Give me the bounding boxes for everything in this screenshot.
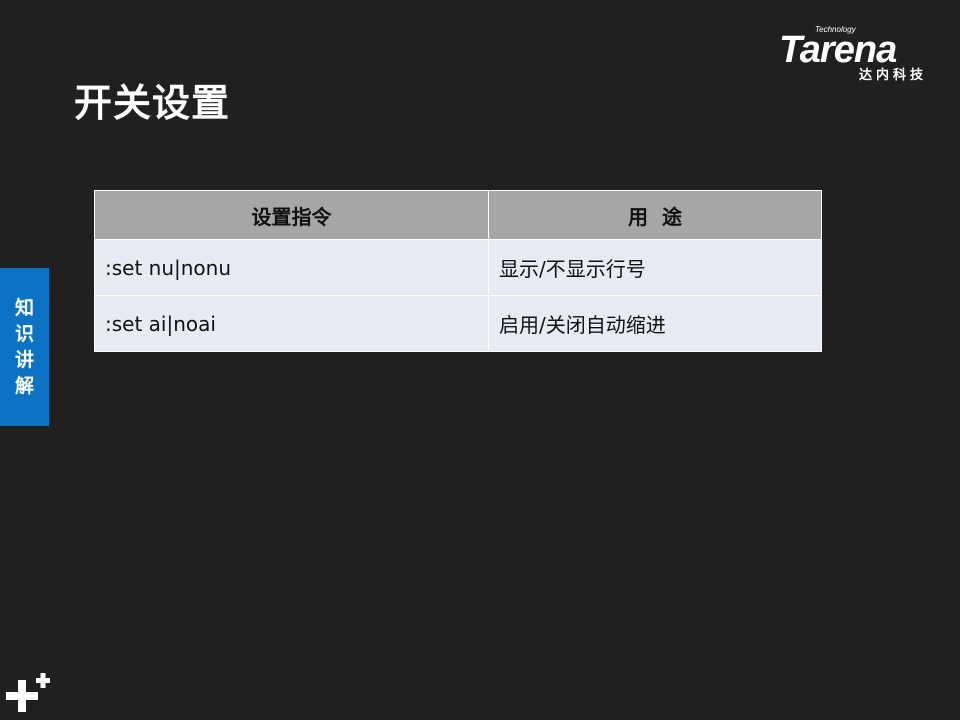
side-tab-char: 解 [14, 375, 34, 397]
logo-brand-text: Tarena [779, 29, 897, 71]
header-command: 设置指令 [94, 190, 489, 240]
tarena-logo: Technology Tarena 达内科技 [779, 25, 927, 82]
slide-title: 开关设置 [74, 81, 231, 125]
table-header-row: 设置指令 用 途 [94, 190, 822, 240]
settings-table: 设置指令 用 途 :set nu|nonu 显示/不显示行号 :set ai|n… [94, 190, 822, 352]
table-row: :set ai|noai 启用/关闭自动缩进 [94, 295, 822, 352]
cell-purpose: 显示/不显示行号 [488, 239, 822, 296]
logo-chinese-text: 达内科技 [859, 67, 927, 82]
side-tab-char: 讲 [14, 349, 34, 371]
header-purpose: 用 途 [488, 190, 822, 240]
side-tab-knowledge: 知 识 讲 解 [0, 268, 49, 426]
side-tab-char: 知 [14, 297, 34, 319]
cell-purpose: 启用/关闭自动缩进 [488, 295, 822, 352]
cell-command: :set ai|noai [94, 295, 489, 352]
plus-icon [6, 673, 50, 712]
side-tab-char: 识 [14, 323, 34, 345]
table-row: :set nu|nonu 显示/不显示行号 [94, 239, 822, 296]
cell-command: :set nu|nonu [94, 239, 489, 296]
slide: 开关设置 Technology Tarena 达内科技 知 识 讲 解 设置指令… [0, 0, 960, 720]
